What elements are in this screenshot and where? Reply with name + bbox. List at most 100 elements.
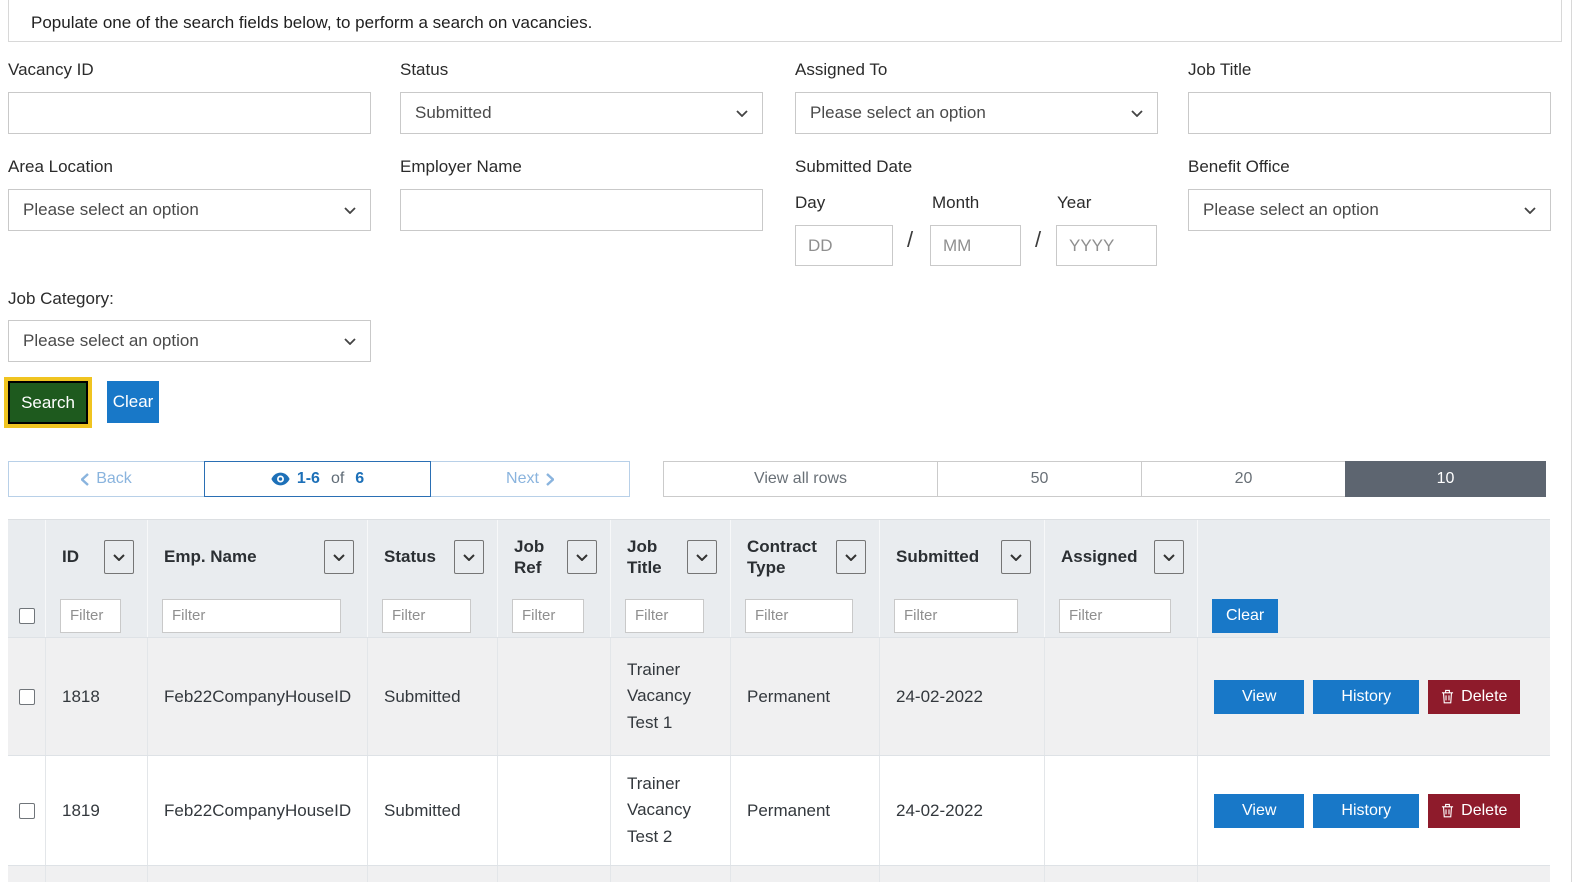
pagination-next-label: Next bbox=[506, 470, 539, 487]
sort-assigned-button[interactable] bbox=[1154, 540, 1184, 574]
chevron-down-icon bbox=[1131, 109, 1143, 117]
trash-icon bbox=[1442, 803, 1454, 818]
employer-name-input[interactable] bbox=[400, 189, 763, 231]
chevron-down-icon bbox=[696, 553, 708, 561]
date-separator: / bbox=[1035, 227, 1042, 252]
benefit-office-select[interactable]: Please select an option bbox=[1188, 189, 1551, 231]
pagination-next-button[interactable]: Next bbox=[430, 461, 630, 497]
vacancy-id-input[interactable] bbox=[8, 92, 371, 134]
table-row: 1819 Feb22CompanyHouseID Submitted Train… bbox=[8, 756, 1550, 866]
history-button[interactable]: History bbox=[1313, 793, 1420, 828]
cell-status: Submitted bbox=[368, 638, 498, 755]
delete-button[interactable]: Delete bbox=[1428, 679, 1521, 714]
employer-name-label: Employer Name bbox=[400, 157, 522, 176]
chevron-down-icon bbox=[344, 337, 356, 345]
chevron-down-icon bbox=[333, 553, 345, 561]
header-job-title: Job Title bbox=[611, 520, 731, 594]
row-checkbox[interactable] bbox=[18, 688, 35, 705]
clear-button[interactable]: Clear bbox=[107, 381, 159, 423]
row-checkbox[interactable] bbox=[18, 802, 35, 819]
header-checkbox-cell bbox=[8, 520, 46, 594]
page-size-20[interactable]: 20 bbox=[1141, 461, 1346, 497]
filter-emp-name-input[interactable] bbox=[162, 598, 341, 633]
table-row-partial bbox=[8, 866, 1550, 882]
pagination-back-button[interactable]: Back bbox=[8, 461, 205, 497]
delete-label: Delete bbox=[1461, 801, 1508, 819]
sort-job-title-button[interactable] bbox=[687, 540, 717, 574]
cell-id: 1819 bbox=[46, 756, 148, 865]
history-button[interactable]: History bbox=[1313, 679, 1420, 714]
notice-text: Populate one of the search fields below,… bbox=[31, 13, 593, 32]
cell-status: Submitted bbox=[368, 756, 498, 865]
filter-submitted-input[interactable] bbox=[894, 598, 1018, 633]
page-size-view-all[interactable]: View all rows bbox=[663, 461, 938, 497]
chevron-down-icon bbox=[344, 206, 356, 214]
day-input[interactable] bbox=[795, 225, 893, 266]
filter-job-ref-input[interactable] bbox=[512, 598, 584, 633]
page-size-selector: View all rows 50 20 10 bbox=[663, 461, 1546, 497]
table-row: 1818 Feb22CompanyHouseID Submitted Train… bbox=[8, 638, 1550, 756]
vacancy-search-page: Populate one of the search fields below,… bbox=[0, 0, 1578, 882]
sort-status-button[interactable] bbox=[454, 540, 484, 574]
sort-job-ref-button[interactable] bbox=[567, 540, 597, 574]
status-label: Status bbox=[400, 60, 449, 79]
search-button[interactable]: Search bbox=[8, 381, 88, 424]
chevron-right-icon bbox=[546, 472, 554, 486]
status-select[interactable]: Submitted bbox=[400, 92, 763, 134]
month-input[interactable] bbox=[930, 225, 1021, 266]
header-contract-type: Contract Type bbox=[731, 520, 880, 594]
filter-status-input[interactable] bbox=[382, 598, 471, 633]
sort-contract-type-button[interactable] bbox=[836, 540, 866, 574]
header-id: ID bbox=[46, 520, 148, 594]
sort-emp-name-button[interactable] bbox=[324, 540, 354, 574]
cell-submitted: 24-02-2022 bbox=[880, 756, 1045, 865]
filter-clear-button[interactable]: Clear bbox=[1212, 598, 1279, 633]
pagination: Back 1-6 of 6 Next bbox=[8, 461, 630, 497]
sort-id-button[interactable] bbox=[104, 540, 134, 574]
sort-submitted-button[interactable] bbox=[1001, 540, 1031, 574]
header-assigned: Assigned bbox=[1045, 520, 1198, 594]
area-location-select[interactable]: Please select an option bbox=[8, 189, 371, 231]
cell-job-title: Trainer Vacancy Test 1 bbox=[611, 638, 731, 755]
page-size-10[interactable]: 10 bbox=[1345, 461, 1546, 497]
job-category-select[interactable]: Please select an option bbox=[8, 320, 371, 362]
table-filter-row: Clear bbox=[8, 594, 1550, 638]
select-all-checkbox[interactable] bbox=[18, 607, 35, 624]
benefit-office-label: Benefit Office bbox=[1188, 157, 1290, 176]
year-input[interactable] bbox=[1056, 225, 1157, 266]
vacancies-table: ID Emp. Name Status Job Ref Job Title Co… bbox=[8, 519, 1550, 882]
filter-job-title-input[interactable] bbox=[625, 598, 704, 633]
page-size-50[interactable]: 50 bbox=[937, 461, 1142, 497]
cell-actions: View History Delete bbox=[1198, 638, 1550, 755]
header-actions-cell bbox=[1198, 520, 1550, 594]
filter-assigned-input[interactable] bbox=[1059, 598, 1171, 633]
month-label: Month bbox=[932, 193, 980, 212]
chevron-down-icon bbox=[736, 109, 748, 117]
page-right-border bbox=[1571, 0, 1572, 882]
chevron-down-icon bbox=[845, 553, 857, 561]
view-button[interactable]: View bbox=[1214, 679, 1305, 714]
cell-submitted: 24-02-2022 bbox=[880, 638, 1045, 755]
filter-contract-type-input[interactable] bbox=[745, 598, 853, 633]
pagination-of-label: of bbox=[330, 470, 345, 487]
pagination-range-value: 1-6 bbox=[296, 470, 320, 487]
trash-icon bbox=[1442, 689, 1454, 704]
chevron-down-icon bbox=[1524, 206, 1536, 214]
status-select-value: Submitted bbox=[415, 103, 492, 122]
delete-button[interactable]: Delete bbox=[1428, 793, 1521, 828]
job-title-input[interactable] bbox=[1188, 92, 1551, 134]
delete-label: Delete bbox=[1461, 687, 1508, 705]
cell-id: 1818 bbox=[46, 638, 148, 755]
pagination-total: 6 bbox=[355, 470, 365, 487]
view-button[interactable]: View bbox=[1214, 793, 1305, 828]
area-location-select-value: Please select an option bbox=[23, 200, 199, 219]
assigned-to-select[interactable]: Please select an option bbox=[795, 92, 1158, 134]
filter-id-input[interactable] bbox=[60, 598, 121, 633]
cell-emp-name: Feb22CompanyHouseID bbox=[148, 756, 368, 865]
cell-assigned bbox=[1045, 638, 1198, 755]
chevron-down-icon bbox=[576, 553, 588, 561]
header-job-ref: Job Ref bbox=[498, 520, 611, 594]
header-status: Status bbox=[368, 520, 498, 594]
search-button-highlight: Search bbox=[4, 377, 92, 428]
cell-assigned bbox=[1045, 756, 1198, 865]
